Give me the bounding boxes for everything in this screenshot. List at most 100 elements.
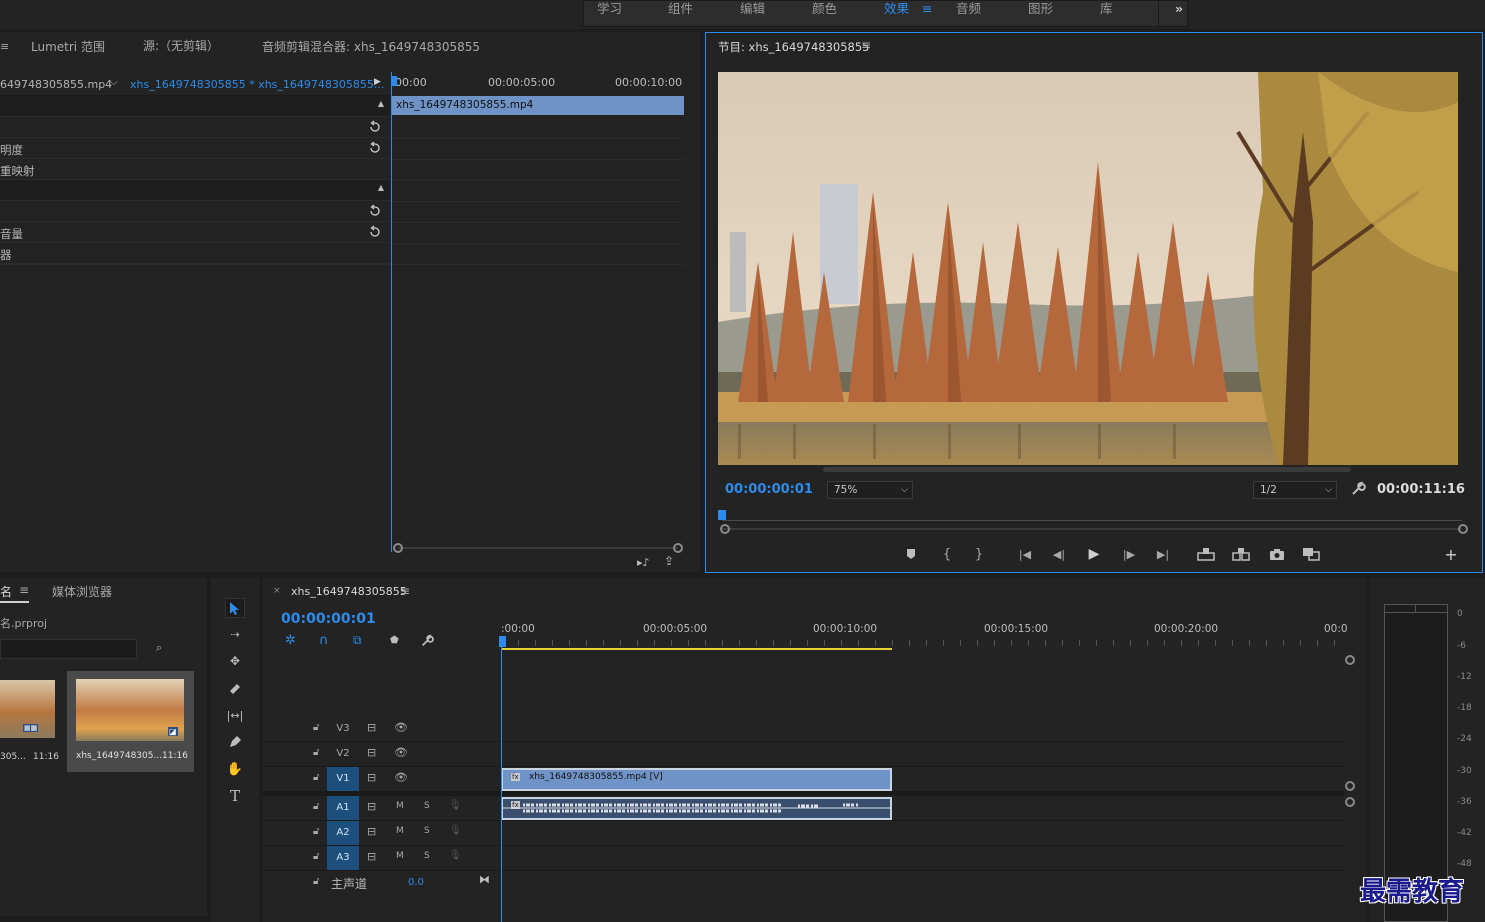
hand-tool-icon[interactable]: ✋	[225, 759, 245, 779]
workspace-audio[interactable]: 音频	[956, 1, 981, 17]
program-scrubber-track[interactable]	[722, 520, 1462, 521]
workspace-graphics[interactable]: 图形	[1028, 1, 1053, 17]
lock-icon[interactable]: 🔓︎	[313, 747, 319, 758]
eye-icon[interactable]: 👁︎	[394, 721, 408, 734]
microphone-icon[interactable]: 🎙︎	[449, 800, 462, 811]
sync-lock-icon[interactable]: ⊟	[367, 800, 376, 813]
ec-row-time-remap[interactable]: 重映射	[0, 159, 390, 180]
sync-lock-icon[interactable]: ⊟	[367, 825, 376, 838]
solo-button[interactable]: S	[424, 851, 430, 861]
effect-controls-ruler[interactable]: 00:00 00:00:05:00 00:00:10:00	[391, 72, 684, 92]
sync-lock-icon[interactable]: ⊟	[367, 850, 376, 863]
ripple-edit-tool-icon[interactable]: ✥	[225, 651, 245, 671]
zoom-handle-right[interactable]	[1458, 524, 1468, 534]
project-search-input[interactable]	[0, 639, 137, 659]
horizontal-scrollbar[interactable]	[823, 467, 1351, 472]
microphone-icon[interactable]: 🎙︎	[449, 850, 462, 861]
workspace-effects[interactable]: 效果	[884, 1, 909, 17]
reset-icon[interactable]	[368, 225, 382, 239]
lift-icon[interactable]	[1197, 545, 1215, 563]
tab-media-browser[interactable]: 媒体浏览器	[52, 583, 112, 600]
add-marker-icon[interactable]: ⬟	[390, 635, 399, 646]
collapse-up-icon[interactable]: ▲	[378, 183, 384, 192]
vertical-zoom-handle[interactable]	[1345, 655, 1355, 665]
selection-tool-icon[interactable]	[225, 598, 245, 618]
ec-section-audio[interactable]: ▲	[0, 180, 390, 201]
timeline-playhead-head[interactable]	[499, 636, 506, 647]
wrench-icon[interactable]	[1350, 481, 1366, 497]
collapse-up-icon[interactable]: ▲	[378, 99, 384, 108]
lock-icon[interactable]: 🔓︎	[313, 851, 319, 862]
ec-row-opacity[interactable]: 明度	[0, 138, 390, 159]
ec-zoom-scrollbar[interactable]	[398, 547, 678, 549]
audio-clip[interactable]: fx	[501, 797, 892, 820]
play-audio-icon[interactable]: ▸♪	[637, 556, 650, 569]
workspace-overflow-icon[interactable]: »	[1175, 1, 1183, 17]
chevron-down-icon[interactable]: ⌵	[110, 77, 118, 88]
track-label-v2[interactable]: V2	[327, 742, 359, 766]
linked-selection-icon[interactable]: ⧉	[353, 633, 362, 648]
play-triangle-icon[interactable]: ▶	[374, 77, 381, 87]
go-to-out-icon[interactable]: ▶|	[1154, 545, 1172, 563]
track-label-v1[interactable]: V1	[327, 767, 359, 791]
sync-lock-icon[interactable]: ⊟	[367, 746, 376, 759]
track-lane-v2[interactable]	[501, 742, 1344, 767]
pen-tool-icon[interactable]	[225, 732, 245, 752]
comparison-view-icon[interactable]	[1302, 545, 1320, 563]
play-icon[interactable]: ▶	[1085, 545, 1103, 563]
resolution-select[interactable]: 1/2 ⌵	[1253, 481, 1337, 499]
track-select-tool-icon[interactable]: ⇢	[225, 624, 245, 644]
export-frame-icon[interactable]: ⇪	[664, 554, 674, 568]
program-playhead[interactable]	[718, 510, 726, 520]
timeline-sequence-tab[interactable]: xhs_1649748305855	[291, 585, 407, 598]
extract-icon[interactable]	[1232, 545, 1250, 563]
camera-icon[interactable]	[1268, 545, 1286, 563]
sequence-clip-name[interactable]: xhs_1649748305855 * xhs_1649748305855...	[130, 78, 384, 91]
ec-section-video[interactable]: ▲	[0, 96, 390, 117]
timeline-ruler[interactable]: :00:00 00:00:05:00 00:00:10:00 00:00:15:…	[501, 620, 1348, 650]
reset-icon[interactable]	[368, 120, 382, 134]
solo-button[interactable]: S	[424, 826, 430, 836]
eye-icon[interactable]: 👁︎	[394, 746, 408, 759]
step-forward-icon[interactable]: |▶	[1120, 545, 1138, 563]
video-track-scroll-handle[interactable]	[1345, 781, 1355, 791]
solo-button[interactable]: S	[424, 801, 430, 811]
ec-playhead-head[interactable]	[391, 76, 397, 86]
button-editor-plus-icon[interactable]: +	[1442, 545, 1460, 564]
workspace-editing[interactable]: 编辑	[740, 1, 765, 17]
lock-icon[interactable]: 🔓︎	[313, 876, 319, 887]
project-item[interactable]: ▦▦ 305... 11:16	[0, 672, 64, 770]
sync-lock-icon[interactable]: ⊟	[367, 771, 376, 784]
ec-row-volume[interactable]: 音量	[0, 222, 390, 243]
track-lane-a3[interactable]	[501, 846, 1344, 871]
reset-icon[interactable]	[368, 141, 382, 155]
tab-source[interactable]: 源:（无剪辑）	[143, 37, 219, 54]
new-bin-icon[interactable]: ⌕	[156, 641, 162, 655]
zoom-select[interactable]: 75% ⌵	[827, 481, 913, 499]
wrench-icon[interactable]	[420, 634, 434, 648]
video-clip[interactable]: fx xhs_1649748305855.mp4 [V]	[501, 768, 892, 791]
step-back-icon[interactable]: ◀|	[1050, 545, 1068, 563]
panel-menu-icon[interactable]: ≡	[19, 583, 29, 597]
microphone-icon[interactable]: 🎙︎	[449, 825, 462, 836]
lock-icon[interactable]: 🔓︎	[313, 801, 319, 812]
program-monitor-title[interactable]: 节目: xhs_1649748305855	[718, 39, 869, 55]
panel-menu-icon[interactable]: ≡	[0, 40, 9, 53]
timeline-playhead[interactable]	[501, 636, 502, 922]
master-clip-name[interactable]: 649748305855.mp4	[0, 78, 112, 91]
go-to-edit-icon[interactable]: ⧓	[479, 873, 490, 886]
razor-tool-icon[interactable]	[225, 678, 245, 698]
eye-icon[interactable]: 👁︎	[394, 771, 408, 784]
program-zoom-bar[interactable]	[722, 528, 1462, 530]
timeline-timecode[interactable]: 00:00:00:01	[281, 611, 376, 627]
add-marker-icon[interactable]	[902, 545, 920, 563]
sync-lock-icon[interactable]: ⊟	[367, 721, 376, 734]
mark-in-icon[interactable]: {	[938, 545, 956, 563]
type-tool-icon[interactable]: T	[225, 786, 245, 806]
workspace-libraries[interactable]: 库	[1100, 1, 1113, 17]
track-lane-a2[interactable]	[501, 821, 1344, 846]
close-icon[interactable]: ×	[273, 586, 281, 596]
ec-row[interactable]	[0, 117, 390, 138]
lock-icon[interactable]: 🔓︎	[313, 772, 319, 783]
zoom-handle-left[interactable]	[720, 524, 730, 534]
